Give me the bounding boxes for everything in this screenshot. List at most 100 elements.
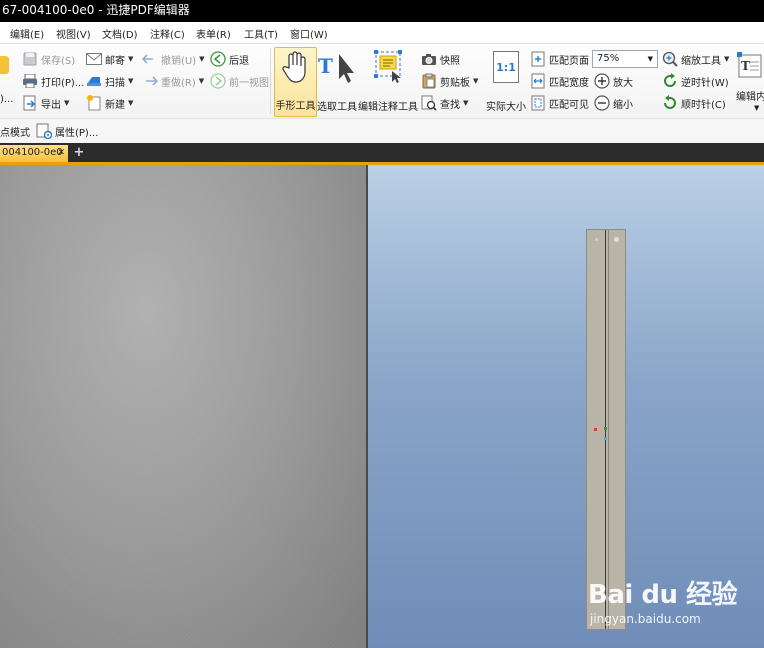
email-button[interactable]: 邮寄 ▼ [86, 50, 133, 68]
back-button[interactable]: 后退 [210, 50, 249, 68]
print-button[interactable]: 打印(P)... [22, 72, 84, 90]
redo-label: 重做(R) [161, 77, 196, 89]
rotate-cw-label: 顺时针(C) [681, 99, 726, 111]
annotation-tool-label: 编辑注释工具 [358, 102, 418, 113]
chevron-down-icon: ▼ [64, 99, 70, 107]
ratio-text: 1:1 [496, 61, 516, 74]
hand-tool-label: 手形工具 [275, 101, 316, 112]
snapshot-button[interactable]: 快照 [421, 50, 460, 68]
annotation-icon [370, 49, 406, 86]
ribbon-toolbar: )... 保存(S) 打印(P)... 导出 ▼ 邮寄 ▼ 扫描 ▼ 新建 ▼ 撤销(U… [0, 44, 764, 118]
rotate-ccw-button[interactable]: 逆时针(W) [662, 72, 729, 90]
menu-form[interactable]: 表单(R) [196, 26, 231, 41]
zoom-tool-button[interactable]: 缩放工具 ▼ [662, 50, 729, 68]
hand-icon [280, 50, 312, 87]
menu-view[interactable]: 视图(V) [56, 26, 91, 41]
select-tool-label: 选取工具 [317, 102, 357, 113]
document-tab-label: 004100-0e0 [2, 147, 63, 158]
chevron-down-icon: ▼ [647, 55, 653, 63]
camera-icon [421, 51, 437, 67]
print-label: 打印(P)... [41, 77, 85, 89]
export-label: 导出 [41, 99, 61, 111]
window-title: 67-004100-0e0 - 迅捷PDF编辑器 [2, 3, 190, 17]
close-icon[interactable]: ✕ [57, 145, 65, 161]
rotate-ccw-icon [662, 73, 678, 89]
clipboard-button[interactable]: 剪贴板 ▼ [421, 72, 478, 90]
document-tab[interactable]: 004100-0e0 ✕ [0, 145, 68, 162]
text-cursor-icon: T [317, 51, 357, 88]
actual-size-button[interactable]: 1:1 实际大小 [484, 47, 528, 117]
menu-comment[interactable]: 注释(C) [150, 26, 185, 41]
forward-arrow-icon [210, 73, 226, 89]
menu-edit[interactable]: 编辑(E) [10, 26, 44, 41]
export-button[interactable]: 导出 ▼ [22, 94, 69, 112]
edit-content-button[interactable]: T 编辑内 [736, 47, 764, 117]
fit-page-button[interactable]: 匹配页面 [530, 50, 589, 68]
chevron-down-icon: ▼ [199, 55, 205, 63]
save-button[interactable]: 保存(S) [22, 50, 75, 68]
zoom-out-button[interactable]: 缩小 [594, 94, 633, 112]
chevron-down-icon: ▼ [128, 99, 134, 107]
edit-content-label: 编辑内 [736, 92, 764, 103]
back-label: 后退 [229, 55, 249, 67]
document-tab-strip: 004100-0e0 ✕ + [0, 143, 764, 165]
fit-visible-button[interactable]: 匹配可见 [530, 94, 589, 112]
quick-access-bar: 点模式 属性(P)... [0, 118, 764, 143]
cutoff-label: )... [0, 94, 14, 105]
undo-icon [142, 51, 158, 67]
find-button[interactable]: 查找 ▼ [421, 94, 468, 112]
green-point-marker [604, 427, 607, 430]
hand-tool-button[interactable]: 手形工具 [274, 47, 317, 117]
forward-view-button[interactable]: 前一视图 [210, 72, 269, 90]
properties-button[interactable]: 属性(P)... [36, 122, 98, 140]
minus-circle-icon [594, 95, 610, 111]
cyan-point-marker [604, 437, 607, 440]
chevron-down-icon: ▼ [473, 77, 479, 85]
ribbon-separator [270, 48, 271, 114]
fit-width-label: 匹配宽度 [549, 77, 589, 89]
actual-size-label: 实际大小 [486, 102, 526, 113]
chevron-down-icon: ▼ [128, 77, 134, 85]
window-title-bar: 67-004100-0e0 - 迅捷PDF编辑器 [0, 0, 764, 22]
svg-text:T: T [741, 59, 750, 73]
back-arrow-icon [210, 51, 226, 67]
zoom-level-value: 75% [597, 53, 620, 64]
baidu-watermark: Bai du 经验 jingyan.baidu.com [588, 568, 764, 634]
annotation-tool-button[interactable]: 编辑注释工具 [358, 47, 418, 117]
scan-button[interactable]: 扫描 ▼ [86, 72, 133, 90]
zoom-tool-label: 缩放工具 [681, 55, 721, 67]
add-tab-icon[interactable]: + [72, 146, 86, 160]
find-document-icon [421, 95, 437, 111]
chevron-down-icon: ▼ [198, 77, 205, 85]
edit-content-icon: T [736, 51, 764, 84]
properties-label: 属性(P)... [55, 127, 99, 139]
menu-tools[interactable]: 工具(T) [244, 26, 278, 41]
envelope-icon [86, 51, 102, 67]
export-icon [22, 95, 38, 111]
hole-mark [614, 237, 619, 242]
red-point-marker [594, 428, 597, 431]
zoom-level-select[interactable]: 75% ▼ [592, 50, 658, 68]
menu-bar: 编辑(E) 视图(V) 文档(D) 注释(C) 表单(R) 工具(T) 窗口(W… [0, 22, 764, 44]
redo-button[interactable]: 重做(R) ▼ [142, 72, 204, 90]
folder-icon[interactable] [0, 56, 9, 74]
new-button[interactable]: 新建 ▼ [86, 94, 133, 112]
zoom-in-button[interactable]: 放大 [594, 72, 633, 90]
undo-button[interactable]: 撤销(U) ▼ [142, 50, 205, 68]
chevron-down-icon: ▼ [463, 99, 469, 107]
fit-page-icon [530, 51, 546, 67]
fit-page-label: 匹配页面 [549, 55, 589, 67]
rotate-cw-button[interactable]: 顺时针(C) [662, 94, 726, 112]
rotate-cw-icon [662, 95, 678, 111]
menu-document[interactable]: 文档(D) [102, 26, 138, 41]
menu-window[interactable]: 窗口(W) [290, 26, 328, 41]
clipboard-label: 剪贴板 [440, 77, 470, 89]
undo-label: 撤销(U) [161, 55, 197, 67]
magnifier-icon [662, 51, 678, 67]
select-tool-button[interactable]: T 选取工具 [317, 47, 357, 117]
point-mode-button[interactable]: 点模式 [0, 124, 30, 139]
zoom-out-label: 缩小 [613, 99, 633, 111]
properties-icon [36, 123, 52, 139]
fit-width-button[interactable]: 匹配宽度 [530, 72, 589, 90]
new-label: 新建 [105, 99, 125, 111]
